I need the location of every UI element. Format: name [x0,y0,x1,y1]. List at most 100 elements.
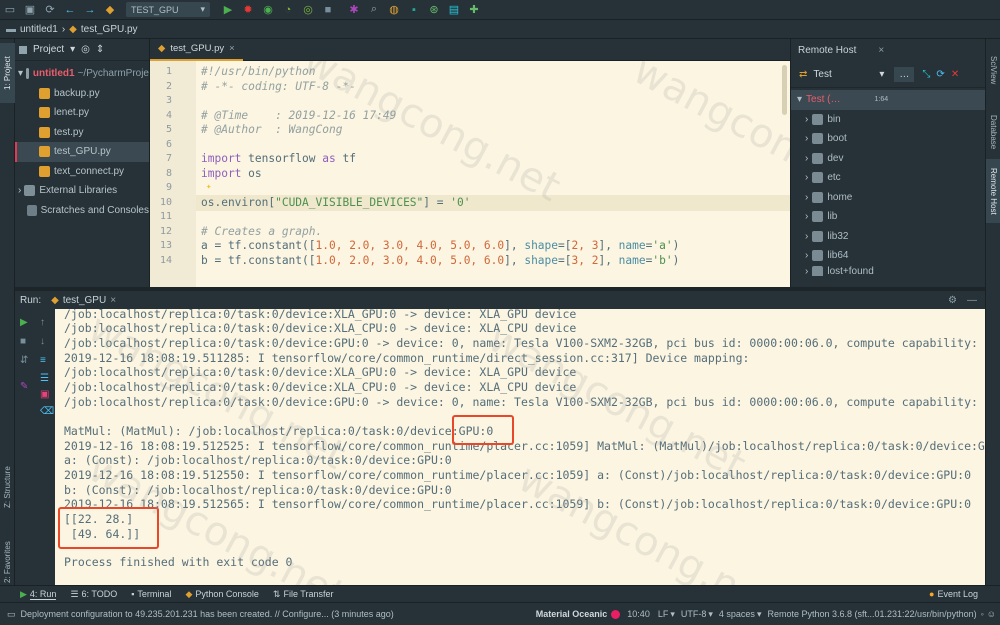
tool-tab-python-console[interactable]: ◆ Python Console [185,589,258,600]
project-tool-tab[interactable]: 1: Project [0,43,15,103]
indent-setting[interactable]: 4 spaces [719,609,755,619]
structure-tool-tab[interactable]: Z: Structure [0,452,15,522]
forward-arrow-icon[interactable]: → [80,0,100,20]
lock-icon[interactable]: ◦ [981,609,984,619]
editor-scrollbar[interactable] [782,65,787,115]
tool-tab-file-transfer[interactable]: ⇅ File Transfer [273,589,334,600]
project-panel-title[interactable]: Project [33,44,64,55]
python-file-icon [39,107,50,119]
face-icon[interactable]: ☺ [987,609,996,619]
status-message[interactable]: Deployment configuration to 49.235.201.2… [21,609,524,619]
bulb-icon[interactable]: ✦ [206,182,211,192]
pin-icon[interactable]: ✎ [20,381,28,392]
highlight-box-result [58,507,159,549]
tree-item-file[interactable]: test.py [15,123,149,143]
run-icon[interactable]: ▶ [218,0,238,20]
tool-tab-terminal[interactable]: ▪ Terminal [131,589,171,599]
line-separator[interactable]: LF [658,609,669,619]
stop-icon[interactable]: ■ [20,336,26,347]
debug-icon[interactable]: ✹ [238,0,258,20]
remote-folder-row[interactable]: › lib [791,207,985,227]
line-number: 2 [165,81,172,92]
back-arrow-icon[interactable]: ← [60,0,80,20]
theme-indicator[interactable]: Material Oceanic [536,609,608,619]
close-icon[interactable]: × [229,43,235,54]
soft-wrap-icon[interactable]: ≡ [40,355,46,366]
puzzle-icon[interactable]: ✚ [464,0,484,20]
vcs-icon[interactable]: ⊛ [424,0,444,20]
tree-item-file[interactable]: backup.py [15,84,149,104]
bottom-tool-tabs: ▶ 4: Run ☰ 6: TODO ▪ Terminal ◆ Python C… [0,585,1000,602]
python-interpreter[interactable]: Remote Python 3.6.8 (sft...01.231:22/usr… [767,609,976,619]
remote-root-row[interactable]: ▾ Test (… 1:64 [791,90,985,110]
filter-icon[interactable]: ☰ [40,373,49,384]
disconnect-icon[interactable]: ✕ [951,69,959,80]
caret-position[interactable]: 10:40 [627,609,650,619]
tree-item-file[interactable]: text_connect.py [15,162,149,182]
tool-tab-run[interactable]: ▶ 4: Run [20,589,57,600]
sciview-tool-tab[interactable]: SciView [986,45,1000,95]
tool-tab-event-log[interactable]: ● Event Log [929,589,978,599]
window-icon[interactable]: ▤ [444,0,464,20]
profile-icon[interactable]: ◔ [278,0,298,20]
save-icon[interactable]: ▣ [20,0,40,20]
editor-tab-test-gpu[interactable]: ◆ test_GPU.py × [150,39,243,61]
target-icon[interactable]: ◎ [81,44,90,55]
terminal-icon[interactable]: ▪ [404,0,424,20]
rerun-icon[interactable]: ▶ [20,317,28,328]
close-icon[interactable]: × [878,45,884,56]
remote-folder-row[interactable]: › lib32 [791,227,985,247]
collapse-arrows-icon[interactable]: ⤡ [922,69,930,80]
tree-item-file[interactable]: lenet.py [15,103,149,123]
search-icon[interactable]: ⌕ [364,0,384,20]
more-button[interactable]: … [894,66,915,82]
remote-folder-row[interactable]: › bin [791,110,985,130]
scroll-down-icon[interactable]: ↓ [40,336,45,347]
close-icon[interactable]: × [110,295,116,306]
database-tool-tab[interactable]: Database [986,105,1000,159]
breadcrumb-project[interactable]: untitled1 [20,24,58,35]
concurrency-icon[interactable]: ◎ [298,0,318,20]
breadcrumb-file[interactable]: test_GPU.py [81,24,138,35]
refresh-icon[interactable]: ⟳ [936,69,944,80]
scroll-up-icon[interactable]: ↑ [40,317,45,328]
print-icon[interactable]: ▣ [40,389,49,400]
code-editor[interactable]: 1 2 3 4 5 6 7 8 9 10 11 12 13 14 ✦ #!/us… [150,61,790,287]
tree-item-file-selected[interactable]: test_GPU.py [15,142,149,162]
restore-layout-icon[interactable]: ⇵ [20,355,28,366]
delete-icon[interactable]: ⌫ [40,406,54,417]
open-folder-icon[interactable]: ▭ [0,0,20,20]
folder-label: home [827,191,853,203]
tree-item-external-libraries[interactable]: › External Libraries [15,181,149,201]
file-encoding[interactable]: UTF-8 [681,609,707,619]
settings-icon[interactable]: ✱ [344,0,364,20]
plugin-icon[interactable]: ◍ [384,0,404,20]
remote-folder-row[interactable]: › lost+found [791,265,985,276]
run-console[interactable]: /job:localhost/replica:0/task:0/device:X… [55,309,985,585]
coverage-icon[interactable]: ◉ [258,0,278,20]
tree-item-project-root[interactable]: ▾ untitled1 ~/PycharmProje [15,64,149,84]
tool-tab-todo[interactable]: ☰ 6: TODO [70,589,117,600]
code-token: os.environ[ [201,196,276,209]
code-token: ], [598,254,619,267]
remote-host-tool-tab[interactable]: Remote Host [986,159,1000,223]
status-toggle-icon[interactable]: ▭ [7,609,16,620]
minimize-icon[interactable]: — [967,295,977,306]
remote-folder-row[interactable]: › dev [791,149,985,169]
remote-folder-row[interactable]: › etc [791,168,985,188]
collapse-icon[interactable]: ⇕ [96,44,104,55]
server-select[interactable]: Test [813,69,873,80]
run-configuration-select[interactable]: TEST_GPU ▾ [126,2,210,17]
sync-icon[interactable]: ⟳ [40,0,60,20]
tree-item-scratches[interactable]: Scratches and Consoles [15,201,149,221]
remote-folder-row[interactable]: › lib64 [791,246,985,266]
code-line: a = tf.constant([1.0, 2.0, 3.0, 4.0, 5.0… [201,239,679,252]
gear-icon[interactable]: ⚙ [948,295,957,306]
stop-icon[interactable]: ■ [318,0,338,20]
folder-icon [812,211,824,223]
remote-folder-row[interactable]: › home [791,188,985,208]
run-tab[interactable]: ◆ test_GPU × [51,295,116,306]
remote-folder-row[interactable]: › boot [791,129,985,149]
dropdown-icon[interactable]: ▾ [70,44,75,55]
chevron-down-icon[interactable]: ▾ [879,69,884,80]
